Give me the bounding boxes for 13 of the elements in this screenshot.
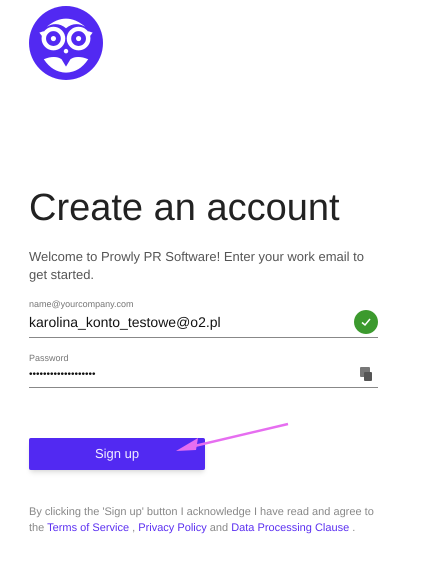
password-field[interactable]: ••••••••••••••••••• <box>29 364 360 384</box>
legal-link[interactable]: Terms of Service <box>47 522 130 534</box>
consent-text: By clicking the 'Sign up' button I acknowledge I have read and agree to the Terms of Service , Privacy Policy and Data Processing Clause . <box>29 505 375 536</box>
password-manager-icon[interactable] <box>360 367 372 381</box>
intro-text: Welcome to Prowly PR Software! Enter your work email to get started. <box>29 248 365 284</box>
field-label: name@yourcompany.com <box>29 298 135 310</box>
field-label: Password <box>29 352 70 364</box>
legal-link[interactable]: Data Processing Clause <box>231 522 350 534</box>
legal-link[interactable]: Privacy Policy <box>138 522 207 534</box>
page-heading: Create an account <box>29 186 341 231</box>
owl-logo-icon <box>29 6 103 80</box>
email-field[interactable]: karolina_konto_testowe@o2.pl <box>29 312 354 332</box>
sign-up-button[interactable]: Sign up <box>29 438 205 470</box>
